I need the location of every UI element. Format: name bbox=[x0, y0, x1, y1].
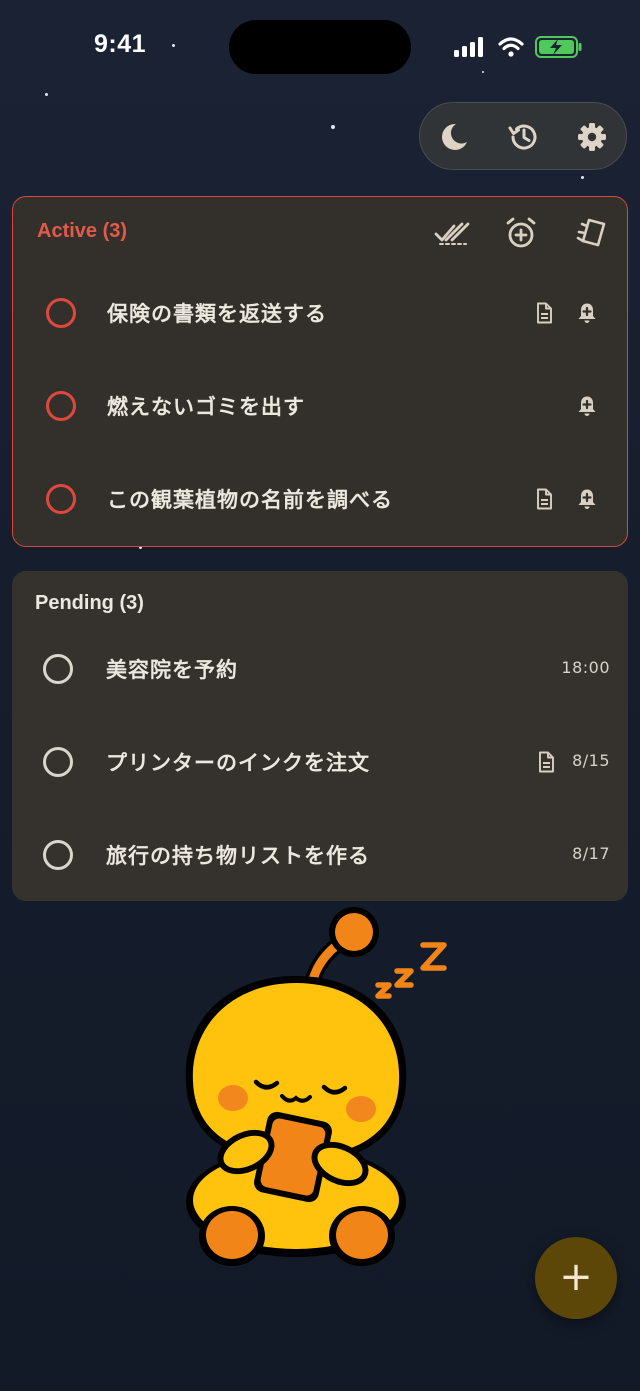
check-all-icon bbox=[434, 222, 470, 245]
status-icons bbox=[452, 33, 584, 61]
task-text: 旅行の持ち物リストを作る bbox=[106, 844, 370, 868]
task-checkbox[interactable] bbox=[46, 298, 76, 328]
star bbox=[581, 176, 584, 179]
task-checkbox[interactable] bbox=[43, 654, 73, 684]
history-button[interactable] bbox=[504, 117, 544, 157]
sleeping-mascot-illustration bbox=[176, 902, 466, 1274]
alarm-add-icon bbox=[506, 217, 536, 248]
task-checkbox[interactable] bbox=[43, 840, 73, 870]
status-time: 9:41 bbox=[94, 30, 147, 58]
sleep-zzz bbox=[375, 942, 447, 999]
task-due-date: 8/15 bbox=[572, 751, 610, 770]
settings-button[interactable] bbox=[572, 117, 612, 157]
gear-icon bbox=[578, 123, 606, 151]
signal-icon bbox=[454, 37, 483, 57]
moon-icon bbox=[442, 123, 467, 150]
dynamic-island bbox=[229, 20, 411, 74]
history-icon bbox=[508, 124, 537, 150]
note-icon[interactable] bbox=[534, 750, 558, 774]
add-task-button[interactable]: + bbox=[535, 1237, 617, 1319]
bell-plus-icon[interactable] bbox=[575, 487, 599, 511]
task-checkbox[interactable] bbox=[43, 747, 73, 777]
bell-plus-icon[interactable] bbox=[575, 394, 599, 418]
note-icon[interactable] bbox=[532, 487, 556, 511]
active-title: Active (3) bbox=[37, 220, 128, 242]
task-row[interactable]: 保険の書類を返送する bbox=[13, 283, 627, 343]
dark-mode-button[interactable] bbox=[434, 117, 474, 157]
battery-icon bbox=[535, 36, 582, 58]
plus-icon: + bbox=[559, 1254, 593, 1300]
clear-completed-button[interactable] bbox=[571, 213, 611, 253]
star bbox=[331, 125, 335, 129]
bell-plus-icon[interactable] bbox=[575, 301, 599, 325]
task-text: この観葉植物の名前を調べる bbox=[107, 488, 393, 512]
task-due-date: 8/17 bbox=[572, 844, 610, 863]
note-icon[interactable] bbox=[532, 301, 556, 325]
top-toolbar bbox=[419, 102, 627, 170]
add-reminder-button[interactable] bbox=[501, 213, 541, 253]
clear-icon bbox=[576, 218, 606, 247]
task-text: 燃えないゴミを出す bbox=[107, 395, 305, 419]
pending-section: Pending (3) 美容院を予約 18:00 プリンターのインクを注文 8/… bbox=[12, 571, 628, 901]
status-bar: 9:41 bbox=[0, 0, 640, 96]
task-text: プリンターのインクを注文 bbox=[106, 751, 370, 775]
pending-title: Pending (3) bbox=[35, 592, 144, 614]
task-checkbox[interactable] bbox=[46, 391, 76, 421]
task-text: 保険の書類を返送する bbox=[107, 302, 327, 326]
task-row[interactable]: プリンターのインクを注文 8/15 bbox=[12, 732, 626, 792]
task-due-time: 18:00 bbox=[561, 658, 610, 677]
wifi-icon bbox=[498, 37, 524, 57]
active-section: Active (3) 保険の書類を返送する 燃えないゴミを出す この観葉植物の名… bbox=[12, 196, 628, 547]
task-row[interactable]: 美容院を予約 18:00 bbox=[12, 639, 626, 699]
task-row[interactable]: この観葉植物の名前を調べる bbox=[13, 469, 627, 529]
task-row[interactable]: 旅行の持ち物リストを作る 8/17 bbox=[12, 825, 626, 885]
complete-all-button[interactable] bbox=[432, 213, 472, 253]
task-checkbox[interactable] bbox=[46, 484, 76, 514]
task-row[interactable]: 燃えないゴミを出す bbox=[13, 376, 627, 436]
task-text: 美容院を予約 bbox=[106, 658, 238, 682]
